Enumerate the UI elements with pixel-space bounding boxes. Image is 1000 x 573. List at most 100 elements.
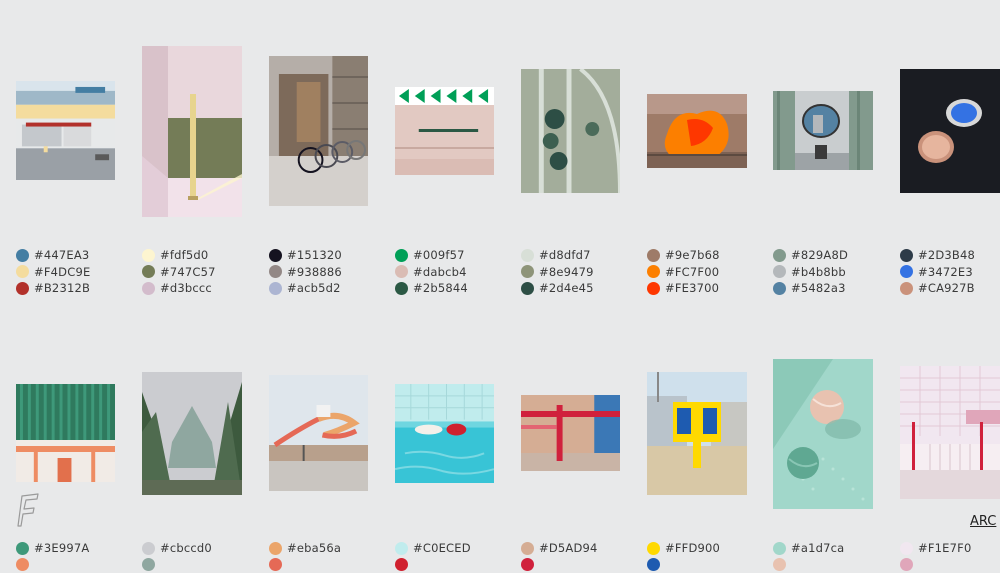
color-swatch[interactable]: #5482a3 — [773, 280, 848, 297]
color-swatch[interactable] — [773, 557, 844, 573]
color-swatch[interactable]: #fdf5d0 — [142, 247, 216, 264]
skylight-dark-photo[interactable] — [900, 69, 1000, 193]
hex-code: #8e9479 — [539, 265, 594, 279]
red-pipe-wall-photo[interactable] — [521, 395, 620, 471]
color-swatch-list: #fdf5d0 #747C57 #d3bccc — [142, 247, 216, 297]
color-swatch-list: #FFD900 — [647, 540, 720, 573]
yellow-phone-booth-photo[interactable] — [647, 372, 747, 495]
color-swatch[interactable]: #3E997A — [16, 540, 89, 557]
f-letter-logo-icon[interactable] — [12, 492, 42, 528]
green-arrows-wall-photo[interactable] — [395, 87, 494, 175]
archive-link[interactable]: ARC — [970, 514, 996, 529]
hex-code: #F1E7F0 — [918, 541, 971, 555]
color-swatch[interactable]: #CA927B — [900, 280, 975, 297]
color-swatch-list: #3E997A — [16, 540, 89, 573]
swatch-dot — [142, 542, 155, 555]
color-swatch[interactable]: #FFD900 — [647, 540, 720, 557]
color-swatch[interactable] — [16, 557, 89, 573]
color-swatch[interactable]: #2b5844 — [395, 280, 468, 297]
color-swatch-list: #829A8D #b4b8bb #5482a3 — [773, 247, 848, 297]
swatch-dot — [773, 249, 786, 262]
swatch-dot — [647, 542, 660, 555]
color-swatch[interactable]: #2d4e45 — [521, 280, 594, 297]
color-swatch[interactable] — [521, 557, 598, 573]
hex-code: #5482a3 — [791, 281, 846, 295]
color-swatch[interactable]: #dabcb4 — [395, 264, 468, 281]
swatch-dot — [900, 249, 913, 262]
swatch-dot — [900, 542, 913, 555]
tennis-balls-photo[interactable] — [773, 359, 873, 509]
swatch-dot — [269, 558, 282, 571]
color-swatch[interactable]: #d3bccc — [142, 280, 216, 297]
color-swatch[interactable]: #eba56a — [269, 540, 341, 557]
color-swatch[interactable]: #b4b8bb — [773, 264, 848, 281]
color-swatch[interactable]: #B2312B — [16, 280, 90, 297]
swatch-dot — [395, 558, 408, 571]
green-shutter-photo[interactable] — [16, 384, 115, 482]
color-swatch[interactable]: #3472E3 — [900, 264, 975, 281]
water-slide-photo[interactable] — [269, 375, 368, 491]
color-swatch-list: #9e7b68 #FC7F00 #FE3700 — [647, 247, 720, 297]
color-swatch[interactable]: #FC7F00 — [647, 264, 720, 281]
swatch-dot — [395, 282, 408, 295]
swatch-dot — [521, 282, 534, 295]
color-swatch-list: #009f57 #dabcb4 #2b5844 — [395, 247, 468, 297]
color-swatch[interactable]: #2D3B48 — [900, 247, 975, 264]
color-swatch[interactable]: #D5AD94 — [521, 540, 598, 557]
color-swatch[interactable]: #a1d7ca — [773, 540, 844, 557]
swatch-dot — [142, 249, 155, 262]
color-swatch[interactable]: #d8dfd7 — [521, 247, 594, 264]
color-swatch[interactable]: #829A8D — [773, 247, 848, 264]
hex-code: #938886 — [287, 265, 342, 279]
color-swatch[interactable]: #9e7b68 — [647, 247, 720, 264]
swatch-dot — [142, 282, 155, 295]
hex-code: #829A8D — [791, 248, 848, 262]
pink-room-pole-photo[interactable] — [142, 46, 242, 217]
color-swatch[interactable]: #F1E7F0 — [900, 540, 971, 557]
color-swatch[interactable]: #447EA3 — [16, 247, 90, 264]
color-swatch[interactable]: #151320 — [269, 247, 342, 264]
color-swatch-list: #a1d7ca — [773, 540, 844, 573]
swatch-dot — [395, 265, 408, 278]
color-swatch[interactable]: #747C57 — [142, 264, 216, 281]
hex-code: #747C57 — [160, 265, 216, 279]
swatch-dot — [521, 265, 534, 278]
hex-code: #2d4e45 — [539, 281, 594, 295]
pink-building-photo[interactable] — [900, 366, 1000, 499]
color-swatch-list: #2D3B48 #3472E3 #CA927B — [900, 247, 975, 297]
color-swatch[interactable]: #8e9479 — [521, 264, 594, 281]
color-swatch-list: #eba56a — [269, 540, 341, 573]
hex-code: #acb5d2 — [287, 281, 341, 295]
swatch-dot — [269, 542, 282, 555]
color-swatch[interactable] — [269, 557, 341, 573]
swatch-dot — [142, 265, 155, 278]
color-swatch[interactable] — [142, 557, 212, 573]
covered-tree-photo[interactable] — [142, 372, 242, 495]
color-swatch[interactable] — [900, 557, 971, 573]
color-swatch[interactable]: #cbccd0 — [142, 540, 212, 557]
color-swatch[interactable] — [395, 557, 471, 573]
bicycle-rack-photo[interactable] — [269, 56, 368, 206]
greenhouse-photo[interactable] — [521, 69, 620, 193]
hex-code: #b4b8bb — [791, 265, 846, 279]
color-swatch-list: #F1E7F0 — [900, 540, 971, 573]
round-window-room-photo[interactable] — [773, 91, 873, 170]
hex-code: #FFD900 — [665, 541, 720, 555]
color-swatch[interactable]: #C0ECED — [395, 540, 471, 557]
swatch-dot — [647, 282, 660, 295]
color-swatch[interactable] — [647, 557, 720, 573]
swatch-dot — [900, 265, 913, 278]
orange-tarp-photo[interactable] — [647, 94, 747, 168]
color-swatch[interactable]: #938886 — [269, 264, 342, 281]
color-swatch[interactable]: #009f57 — [395, 247, 468, 264]
color-swatch[interactable]: #FE3700 — [647, 280, 720, 297]
hex-code: #3E997A — [34, 541, 89, 555]
swimming-pool-photo[interactable] — [395, 384, 494, 483]
swatch-dot — [142, 558, 155, 571]
hex-code: #FC7F00 — [665, 265, 719, 279]
color-swatch-list: #d8dfd7 #8e9479 #2d4e45 — [521, 247, 594, 297]
swatch-dot — [395, 249, 408, 262]
color-swatch[interactable]: #F4DC9E — [16, 264, 90, 281]
building-facade-photo[interactable] — [16, 81, 115, 180]
color-swatch[interactable]: #acb5d2 — [269, 280, 342, 297]
